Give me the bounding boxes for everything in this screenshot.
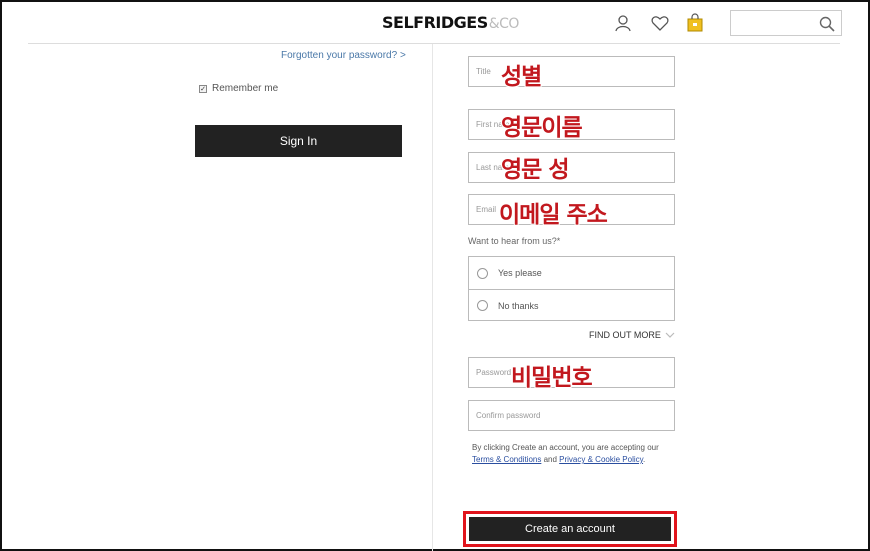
terms-prefix: By clicking Create an account, you are a… (472, 443, 659, 452)
search-input[interactable] (730, 10, 842, 36)
last-name-field[interactable]: Last name (468, 152, 675, 183)
annotation-password: 비밀번호 (511, 365, 593, 391)
shopping-bag-icon[interactable] (685, 13, 705, 33)
annotation-title: 성별 (501, 64, 542, 90)
screenshot-frame (0, 0, 870, 551)
annotation-first-name: 영문이름 (501, 115, 583, 141)
logo-suffix-text: &CO (488, 16, 520, 32)
account-icon[interactable] (613, 13, 633, 33)
remember-me-checkbox[interactable]: ✓ (199, 84, 207, 93)
title-placeholder: Title (476, 67, 491, 76)
terms-and: and (541, 455, 560, 464)
marketing-question: Want to hear from us?* (468, 236, 561, 246)
confirm-password-field[interactable]: Confirm password (468, 400, 675, 431)
annotation-last-name: 영문 성 (501, 157, 569, 183)
selfridges-logo[interactable]: SELFRIDGES&CO (382, 13, 519, 32)
email-placeholder: Email (476, 205, 497, 214)
search-icon[interactable] (819, 16, 835, 32)
password-placeholder: Password (476, 368, 512, 377)
find-out-more-label: FIND OUT MORE (589, 330, 661, 340)
option-yes-label: Yes please (498, 268, 542, 278)
terms-notice: By clicking Create an account, you are a… (472, 442, 672, 466)
terms-conditions-link[interactable]: Terms & Conditions (472, 455, 541, 464)
option-no-thanks[interactable]: No thanks (469, 289, 674, 321)
option-yes-please[interactable]: Yes please (469, 257, 674, 289)
radio-no[interactable] (477, 300, 488, 311)
option-no-label: No thanks (498, 300, 539, 311)
logo-main-text: SELFRIDGES (382, 13, 488, 32)
site-header: SELFRIDGES&CO (28, 0, 842, 44)
sign-in-button[interactable]: Sign In (195, 125, 402, 157)
remember-me-label: Remember me (212, 83, 279, 94)
column-divider (432, 44, 433, 551)
terms-suffix: . (643, 455, 646, 464)
title-field[interactable]: Title (468, 56, 675, 87)
create-account-button[interactable]: Create an account (469, 517, 671, 541)
wishlist-heart-icon[interactable] (650, 13, 670, 33)
remember-me-option[interactable]: ✓ Remember me (199, 83, 278, 94)
annotation-email: 이메일 주소 (499, 202, 608, 228)
confirm-password-placeholder: Confirm password (476, 411, 541, 420)
chevron-down-icon (665, 332, 675, 338)
radio-yes[interactable] (477, 267, 488, 279)
marketing-options: Yes please No thanks (468, 256, 675, 321)
forgot-password-link[interactable]: Forgotten your password? > (281, 50, 406, 61)
create-account-highlight: Create an account (463, 511, 677, 547)
privacy-cookie-link[interactable]: Privacy & Cookie Policy (559, 455, 643, 464)
find-out-more-toggle[interactable]: FIND OUT MORE (589, 330, 675, 340)
